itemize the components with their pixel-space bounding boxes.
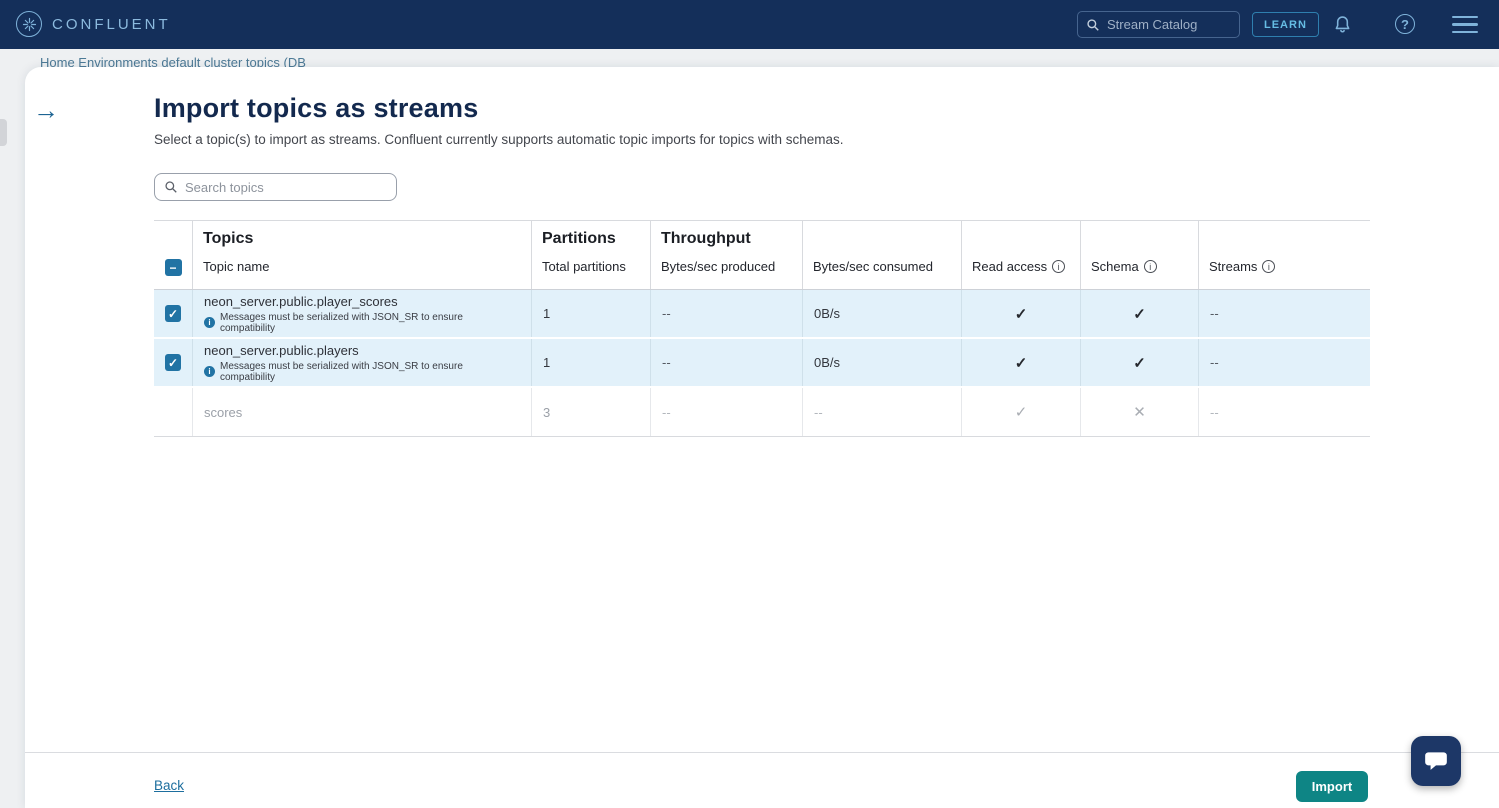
produced-value: -- bbox=[650, 339, 802, 386]
info-icon[interactable]: i bbox=[1144, 260, 1157, 273]
chat-widget-button[interactable] bbox=[1411, 736, 1461, 786]
hamburger-menu-icon[interactable] bbox=[1452, 16, 1478, 33]
screen: CONFLUENT LEARN ? Home Environments defa… bbox=[0, 0, 1499, 808]
table-row[interactable]: ✓ neon_server.public.player_scores iMess… bbox=[154, 290, 1370, 339]
streams-value: -- bbox=[1198, 388, 1370, 436]
streams-value: -- bbox=[1198, 339, 1370, 386]
read-access-check-icon: ✓ bbox=[1015, 354, 1028, 372]
schema-cross-icon: ✕ bbox=[1133, 403, 1146, 421]
header-schema: Schemai bbox=[1080, 221, 1198, 289]
page-subtitle: Select a topic(s) to import as streams. … bbox=[154, 132, 844, 147]
partitions-value: 3 bbox=[531, 388, 650, 436]
collapse-panel-arrow-icon[interactable]: → bbox=[33, 97, 59, 123]
schema-check-icon: ✓ bbox=[1133, 354, 1146, 372]
page-title: Import topics as streams bbox=[154, 93, 478, 124]
partitions-value: 1 bbox=[531, 339, 650, 386]
consumed-value: 0B/s bbox=[802, 290, 961, 337]
header-throughput-consumed: Bytes/sec consumed bbox=[802, 221, 961, 289]
consumed-value: 0B/s bbox=[802, 339, 961, 386]
notifications-bell-icon[interactable] bbox=[1330, 12, 1354, 36]
search-icon bbox=[1086, 18, 1100, 32]
streams-value: -- bbox=[1198, 290, 1370, 337]
topic-name: scores bbox=[204, 405, 242, 420]
info-icon: i bbox=[204, 317, 215, 328]
confluent-brand[interactable]: CONFLUENT bbox=[16, 11, 171, 37]
header-streams: Streamsi bbox=[1198, 221, 1370, 289]
help-icon[interactable]: ? bbox=[1393, 12, 1417, 36]
consumed-value: -- bbox=[802, 388, 961, 436]
info-icon[interactable]: i bbox=[1052, 260, 1065, 273]
search-topics-field[interactable] bbox=[154, 173, 397, 201]
import-topics-panel: → Import topics as streams Select a topi… bbox=[25, 67, 1499, 808]
select-all-checkbox[interactable]: − bbox=[165, 259, 182, 276]
topic-name: neon_server.public.players bbox=[204, 343, 359, 358]
search-icon bbox=[164, 180, 178, 194]
table-row[interactable]: ✓ neon_server.public.players iMessages m… bbox=[154, 339, 1370, 388]
breadcrumb: Home Environments default cluster topics… bbox=[40, 55, 740, 67]
header-partitions: Partitions Total partitions bbox=[531, 221, 650, 289]
header-throughput-produced: Throughput Bytes/sec produced bbox=[650, 221, 802, 289]
top-navbar: CONFLUENT LEARN ? bbox=[0, 0, 1499, 49]
header-topics: Topics Topic name bbox=[192, 221, 531, 289]
table-header: − Topics Topic name Partitions Total par… bbox=[154, 220, 1370, 290]
stream-catalog-search[interactable] bbox=[1077, 11, 1240, 38]
row-checkbox[interactable]: ✓ bbox=[165, 354, 181, 371]
footer-divider bbox=[25, 752, 1499, 753]
brand-wordmark: CONFLUENT bbox=[52, 16, 171, 33]
topic-note: iMessages must be serialized with JSON_S… bbox=[204, 361, 520, 383]
info-icon[interactable]: i bbox=[1262, 260, 1275, 273]
import-button[interactable]: Import bbox=[1296, 771, 1368, 802]
header-read-access: Read accessi bbox=[961, 221, 1080, 289]
table-row-disabled: scores 3 -- -- ✓ ✕ -- bbox=[154, 388, 1370, 437]
read-access-check-icon: ✓ bbox=[1015, 305, 1028, 323]
confluent-logo-icon bbox=[16, 11, 42, 37]
back-link[interactable]: Back bbox=[154, 778, 184, 793]
topic-note: iMessages must be serialized with JSON_S… bbox=[204, 312, 520, 334]
produced-value: -- bbox=[650, 388, 802, 436]
collapsed-sidebar-handle bbox=[0, 119, 7, 146]
search-topics-input[interactable] bbox=[185, 180, 375, 195]
chat-bubble-icon bbox=[1423, 748, 1449, 774]
partitions-value: 1 bbox=[531, 290, 650, 337]
info-icon: i bbox=[204, 366, 215, 377]
schema-check-icon: ✓ bbox=[1133, 305, 1146, 323]
topic-name: neon_server.public.player_scores bbox=[204, 294, 398, 309]
header-checkbox-cell: − bbox=[154, 221, 192, 289]
row-checkbox[interactable]: ✓ bbox=[165, 305, 181, 322]
learn-button[interactable]: LEARN bbox=[1252, 12, 1319, 37]
stream-catalog-input[interactable] bbox=[1107, 17, 1217, 32]
read-access-check-icon: ✓ bbox=[1015, 403, 1028, 421]
topics-table: − Topics Topic name Partitions Total par… bbox=[154, 220, 1370, 437]
produced-value: -- bbox=[650, 290, 802, 337]
